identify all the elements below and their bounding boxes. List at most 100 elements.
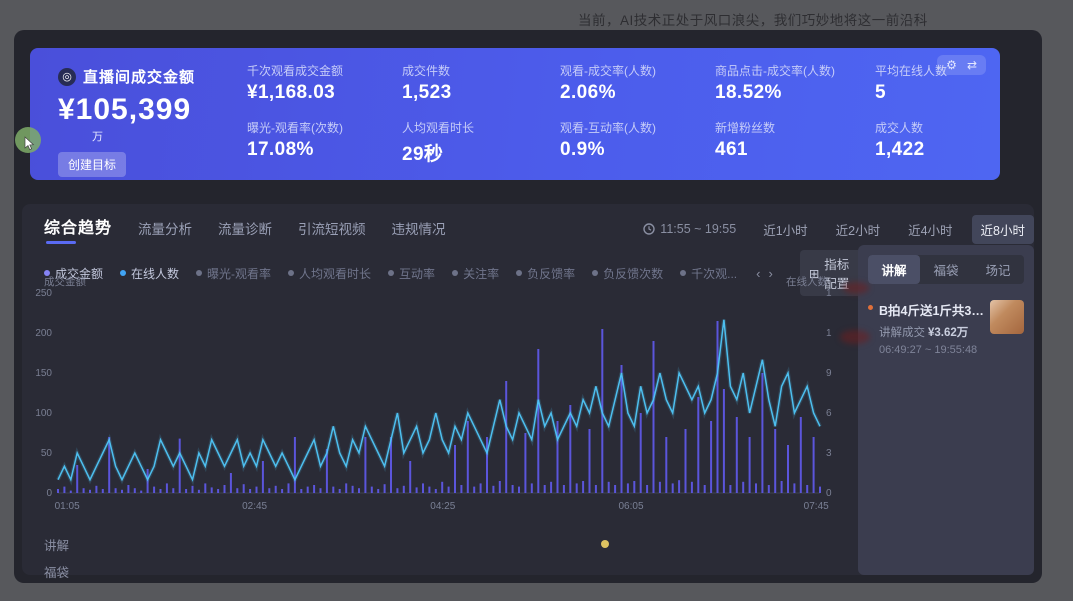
gmv-bar: [653, 341, 655, 493]
gmv-bar: [428, 487, 430, 493]
sidebar-tabs: 讲解福袋场记: [868, 255, 1024, 284]
gmv-bar: [160, 489, 162, 493]
gmv-bar: [454, 445, 456, 493]
gmv-bar: [787, 445, 789, 493]
gmv-bar: [781, 481, 783, 493]
gmv-bar: [211, 487, 213, 493]
gmv-bar: [518, 487, 520, 493]
time-filter-近2小时[interactable]: 近2小时: [827, 215, 889, 244]
gmv-bar: [275, 486, 277, 493]
kpi-column: 平均在线人数5成交人数1,422: [875, 62, 1025, 161]
time-filter-近1小时[interactable]: 近1小时: [754, 215, 816, 244]
kpi-label: 观看-互动率(人数): [560, 119, 710, 136]
y-left-axis-title: 成交金额: [44, 275, 86, 288]
gmv-bar: [307, 487, 309, 493]
trend-chart-canvas[interactable]: 成交金额在线人数0501001502002500369121501:0502:4…: [26, 272, 832, 518]
gmv-bar: [377, 489, 379, 493]
tab-流量诊断[interactable]: 流量诊断: [218, 218, 272, 244]
banner-actions: ⚙ ⇄: [937, 55, 986, 75]
gmv-bar: [403, 486, 405, 493]
gmv-bar: [793, 483, 795, 493]
main-kpi: ◎ 直播间成交金额 ¥105,399 万 创建目标: [58, 66, 195, 177]
kpi-metric: 成交件数1,523: [402, 62, 552, 104]
gmv-bar: [736, 417, 738, 493]
gmv-bar: [121, 490, 123, 493]
gmv-bar: [717, 321, 719, 493]
kpi-metric: 千次观看成交金额¥1,168.03: [247, 62, 397, 104]
gmv-bar: [115, 488, 117, 493]
gmv-bar: [63, 487, 65, 493]
gmv-bar: [697, 397, 699, 493]
kpi-value: ¥1,168.03: [247, 82, 397, 104]
x-tick-label: 06:05: [619, 501, 644, 512]
trend-tabbar: 综合趋势流量分析流量诊断引流短视频违规情况 11:55 ~ 19:55 近1小时…: [44, 214, 1034, 244]
gmv-bar: [633, 481, 635, 493]
gmv-bar: [672, 483, 674, 493]
gmv-bar: [172, 488, 174, 493]
gmv-bar: [127, 485, 129, 493]
gear-icon[interactable]: ⚙: [946, 58, 957, 72]
kpi-metric: 商品点击-成交率(人数)18.52%: [715, 62, 865, 104]
y-right-tick: 6: [826, 408, 832, 419]
tab-综合趋势[interactable]: 综合趋势: [44, 214, 112, 244]
x-tick-label: 02:45: [242, 501, 267, 512]
gmv-bar: [422, 483, 424, 493]
y-right-tick: 12: [826, 328, 832, 339]
video-artifact: [843, 282, 869, 294]
tab-违规情况[interactable]: 违规情况: [392, 218, 446, 244]
sidebar-tab-讲解[interactable]: 讲解: [868, 255, 920, 284]
marker-track: [58, 562, 820, 580]
kpi-value: 18.52%: [715, 82, 865, 104]
main-tabs: 综合趋势流量分析流量诊断引流短视频违规情况: [44, 214, 446, 244]
gmv-bar: [582, 481, 584, 493]
gmv-bar: [473, 487, 475, 493]
gmv-bar: [300, 489, 302, 493]
gmv-bar: [134, 488, 136, 493]
time-filter-近4小时[interactable]: 近4小时: [899, 215, 961, 244]
trend-chart-svg: 成交金额在线人数0501001502002500369121501:0502:4…: [26, 272, 832, 518]
gmv-bar: [230, 473, 232, 493]
gmv-bar: [704, 485, 706, 493]
gmv-bar: [364, 437, 366, 493]
x-tick-label: 01:05: [55, 501, 80, 512]
gmv-bar: [448, 487, 450, 493]
online-users-line-glow: [58, 320, 820, 480]
explain-gmv-value: ¥3.62万: [928, 327, 968, 339]
gmv-bar: [646, 485, 648, 493]
gmv-bar: [89, 490, 91, 493]
gmv-bar: [774, 429, 776, 493]
kpi-column: 观看-成交率(人数)2.06%观看-互动率(人数)0.9%: [560, 62, 710, 161]
gmv-bar: [512, 485, 514, 493]
main-kpi-value: ¥105,399: [58, 93, 195, 127]
main-kpi-title: 直播间成交金额: [83, 66, 195, 87]
tab-引流短视频[interactable]: 引流短视频: [298, 218, 366, 244]
product-title: B拍4斤送1斤共35-4...: [879, 300, 984, 319]
gmv-bar: [281, 489, 283, 493]
gmv-bar: [749, 437, 751, 493]
gmv-bar: [441, 482, 443, 493]
gmv-bar: [352, 486, 354, 493]
gmv-bar: [800, 417, 802, 493]
sidebar-tab-福袋[interactable]: 福袋: [920, 255, 972, 284]
create-goal-button[interactable]: 创建目标: [58, 152, 126, 177]
kpi-label: 曝光-观看率(次数): [247, 119, 397, 136]
kpi-value: 1,422: [875, 139, 1025, 161]
tab-流量分析[interactable]: 流量分析: [138, 218, 192, 244]
y-right-tick: 9: [826, 368, 832, 379]
event-dot[interactable]: [601, 540, 609, 548]
gmv-bar: [185, 489, 187, 493]
kpi-value: 17.08%: [247, 139, 397, 161]
time-filter-近8小时[interactable]: 近8小时: [972, 215, 1034, 244]
kpi-value: 0.9%: [560, 139, 710, 161]
y-left-tick: 50: [41, 448, 53, 459]
x-tick-label: 07:45: [804, 501, 829, 512]
sidebar-list-item[interactable]: B拍4斤送1斤共35-4...讲解成交¥3.62万06:49:27 ~ 19:5…: [868, 300, 1024, 356]
swap-icon[interactable]: ⇄: [967, 58, 977, 72]
sidebar-list: B拍4斤送1斤共35-4...讲解成交¥3.62万06:49:27 ~ 19:5…: [868, 300, 1024, 356]
gmv-bar: [492, 486, 494, 493]
gmv-bar: [153, 487, 155, 493]
sidebar-tab-场记[interactable]: 场记: [972, 255, 1024, 284]
gmv-bar: [268, 488, 270, 493]
kpi-value: 5: [875, 82, 1025, 104]
gmv-bar: [659, 482, 661, 493]
